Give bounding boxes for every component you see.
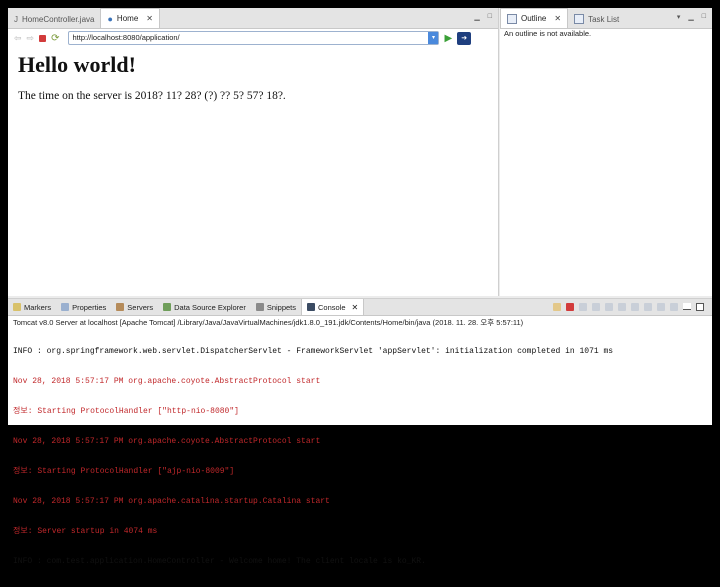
open-console-icon[interactable] bbox=[670, 303, 678, 311]
pin-icon[interactable] bbox=[553, 303, 561, 311]
eclipse-window: J HomeController.java ● Home ✕ ▁ □ ⇦ ⇨ ⟳… bbox=[8, 8, 712, 566]
browser-logo-icon[interactable]: ➜ bbox=[457, 31, 472, 45]
maximize-icon[interactable]: □ bbox=[488, 13, 492, 21]
outline-window-controls: ▾ ▁ □ bbox=[677, 13, 706, 21]
page-body-text: The time on the server is 2018? 11? 28? … bbox=[18, 90, 286, 102]
console-toolbar bbox=[553, 303, 704, 311]
console-line: 정보: Starting ProtocolHandler ["ajp-nio-8… bbox=[13, 467, 235, 476]
console-line: Nov 28, 2018 5:57:17 PM org.apache.coyot… bbox=[13, 437, 321, 446]
markers-icon bbox=[13, 303, 21, 311]
data-source-icon bbox=[163, 303, 172, 311]
console-line: Nov 28, 2018 5:57:17 PM org.apache.coyot… bbox=[13, 377, 321, 386]
console-line: 정보: Server startup in 4074 ms bbox=[13, 527, 158, 536]
tab-label: Snippets bbox=[266, 302, 297, 312]
word-wrap-icon[interactable] bbox=[631, 303, 639, 311]
tab-markers[interactable]: Markers bbox=[8, 299, 56, 315]
close-icon[interactable]: ✕ bbox=[554, 14, 561, 23]
tab-label: Data Source Explorer bbox=[174, 302, 246, 312]
close-icon[interactable]: ✕ bbox=[146, 14, 153, 23]
globe-icon: ● bbox=[107, 13, 113, 24]
tab-label: HomeController.java bbox=[22, 14, 95, 24]
tab-snippets[interactable]: Snippets bbox=[251, 299, 301, 315]
console-line: INFO : com.test.application.HomeControll… bbox=[13, 557, 426, 566]
editor-tabbar: J HomeController.java ● Home ✕ ▁ □ bbox=[8, 8, 498, 29]
tab-label: Properties bbox=[72, 302, 107, 312]
editor-pane: J HomeController.java ● Home ✕ ▁ □ ⇦ ⇨ ⟳… bbox=[8, 8, 499, 296]
tab-label: Task List bbox=[588, 14, 620, 24]
close-icon[interactable]: ✕ bbox=[352, 303, 359, 312]
task-list-icon bbox=[574, 14, 585, 24]
go-icon[interactable]: ▶ bbox=[444, 33, 452, 44]
console-icon bbox=[307, 303, 316, 311]
servers-icon bbox=[116, 303, 125, 311]
console-line: INFO : org.springframework.web.servlet.D… bbox=[13, 347, 614, 356]
tab-outline[interactable]: Outline ✕ bbox=[500, 8, 569, 28]
back-arrow-icon[interactable]: ⇦ bbox=[14, 33, 22, 44]
tab-properties[interactable]: Properties bbox=[56, 299, 111, 315]
refresh-icon[interactable]: ⟳ bbox=[51, 33, 59, 44]
maximize-icon[interactable]: □ bbox=[702, 13, 706, 21]
tab-label: Home bbox=[116, 14, 139, 23]
url-field[interactable]: http://localhost:8080/application/ ▾ bbox=[68, 31, 440, 45]
outline-tabbar: Outline ✕ Task List ▾ ▁ □ bbox=[500, 8, 712, 29]
outline-icon bbox=[507, 13, 517, 24]
console-tabbar: Markers Properties Servers Data Source E… bbox=[8, 299, 712, 316]
scroll-lock-icon[interactable] bbox=[605, 303, 613, 311]
stop-icon[interactable] bbox=[39, 34, 47, 42]
remove-launch-icon[interactable] bbox=[579, 303, 587, 311]
browser-toolbar: ⇦ ⇨ ⟳ http://localhost:8080/application/… bbox=[8, 29, 498, 47]
terminate-icon[interactable] bbox=[566, 303, 574, 311]
tab-task-list[interactable]: Task List bbox=[568, 10, 625, 28]
tab-homecontroller-java[interactable]: J HomeController.java bbox=[8, 10, 100, 28]
minimize-icon[interactable] bbox=[683, 303, 691, 310]
display-console-icon[interactable] bbox=[657, 303, 665, 311]
url-dropdown-icon[interactable]: ▾ bbox=[428, 32, 439, 44]
editor-window-controls: ▁ □ bbox=[474, 13, 492, 21]
outline-pane: Outline ✕ Task List ▾ ▁ □ An outline is … bbox=[500, 8, 712, 296]
outline-message: An outline is not available. bbox=[504, 29, 592, 38]
snippets-icon bbox=[255, 303, 264, 311]
console-line: Nov 28, 2018 5:57:17 PM org.apache.catal… bbox=[13, 497, 330, 506]
url-text: http://localhost:8080/application/ bbox=[72, 33, 180, 42]
tab-label: Console bbox=[318, 302, 346, 312]
tab-data-source-explorer[interactable]: Data Source Explorer bbox=[158, 299, 251, 315]
console-output[interactable]: INFO : org.springframework.web.servlet.D… bbox=[13, 327, 707, 587]
page-heading: Hello world! bbox=[18, 52, 136, 77]
tab-label: Outline bbox=[521, 14, 547, 23]
tab-home[interactable]: ● Home ✕ bbox=[100, 8, 160, 28]
tab-label: Markers bbox=[24, 302, 52, 312]
maximize-icon[interactable] bbox=[696, 303, 704, 311]
remove-all-icon[interactable] bbox=[592, 303, 600, 311]
tab-label: Servers bbox=[127, 302, 154, 312]
java-file-icon: J bbox=[14, 14, 18, 24]
console-pane: Markers Properties Servers Data Source E… bbox=[8, 298, 712, 566]
minimize-icon[interactable]: ▁ bbox=[474, 13, 479, 21]
minimize-icon[interactable]: ▁ bbox=[688, 13, 693, 21]
clear-console-icon[interactable] bbox=[618, 303, 626, 311]
show-on-output-icon[interactable] bbox=[644, 303, 652, 311]
view-menu-icon[interactable]: ▾ bbox=[677, 13, 681, 21]
web-page-content: Hello world! The time on the server is 2… bbox=[18, 52, 492, 102]
tab-console[interactable]: Console ✕ bbox=[301, 299, 365, 315]
console-line: 정보: Starting ProtocolHandler ["http-nio-… bbox=[13, 407, 239, 416]
tab-servers[interactable]: Servers bbox=[111, 299, 158, 315]
forward-arrow-icon[interactable]: ⇨ bbox=[27, 33, 35, 44]
properties-icon bbox=[61, 303, 70, 311]
